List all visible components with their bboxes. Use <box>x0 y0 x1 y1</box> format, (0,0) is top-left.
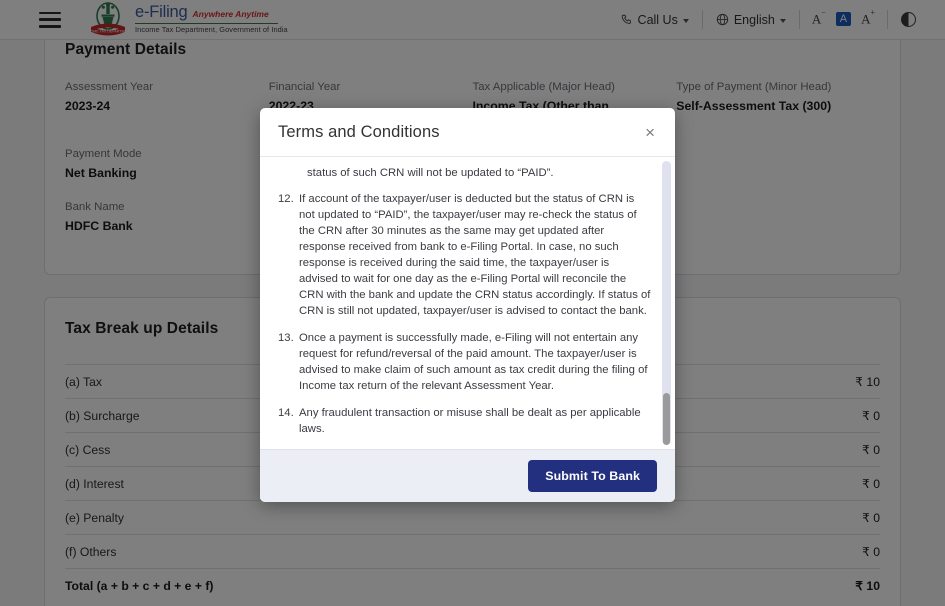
terms-scrollbar-track[interactable] <box>662 161 671 445</box>
modal-title: Terms and Conditions <box>278 123 440 142</box>
list-item: 13. Once a payment is successfully made,… <box>278 330 651 394</box>
submit-to-bank-button[interactable]: Submit To Bank <box>528 460 657 492</box>
modal-body: status of such CRN will not be updated t… <box>260 157 675 449</box>
list-item-text: Any fraudulent transaction or misuse sha… <box>299 405 651 437</box>
modal-header: Terms and Conditions × <box>260 108 675 157</box>
list-item-text: If account of the taxpayer/user is deduc… <box>299 191 651 319</box>
terms-partial-line: status of such CRN will not be updated t… <box>278 165 651 181</box>
list-item: 14. Any fraudulent transaction or misuse… <box>278 405 651 437</box>
terms-scroll-region[interactable]: status of such CRN will not be updated t… <box>278 165 661 441</box>
modal-footer: Submit To Bank <box>260 449 675 502</box>
page-root: INCOME TAX DEPARTMENT e-Filing Anywhere … <box>0 0 945 606</box>
list-item-number: 14. <box>278 405 299 437</box>
list-item-number: 13. <box>278 330 299 394</box>
list-item: 12. If account of the taxpayer/user is d… <box>278 191 651 319</box>
list-item-number: 12. <box>278 191 299 319</box>
close-icon[interactable]: × <box>643 120 657 145</box>
terms-scrollbar-thumb[interactable] <box>663 393 670 445</box>
terms-and-conditions-modal: Terms and Conditions × status of such CR… <box>260 108 675 502</box>
list-item-text: Once a payment is successfully made, e-F… <box>299 330 651 394</box>
